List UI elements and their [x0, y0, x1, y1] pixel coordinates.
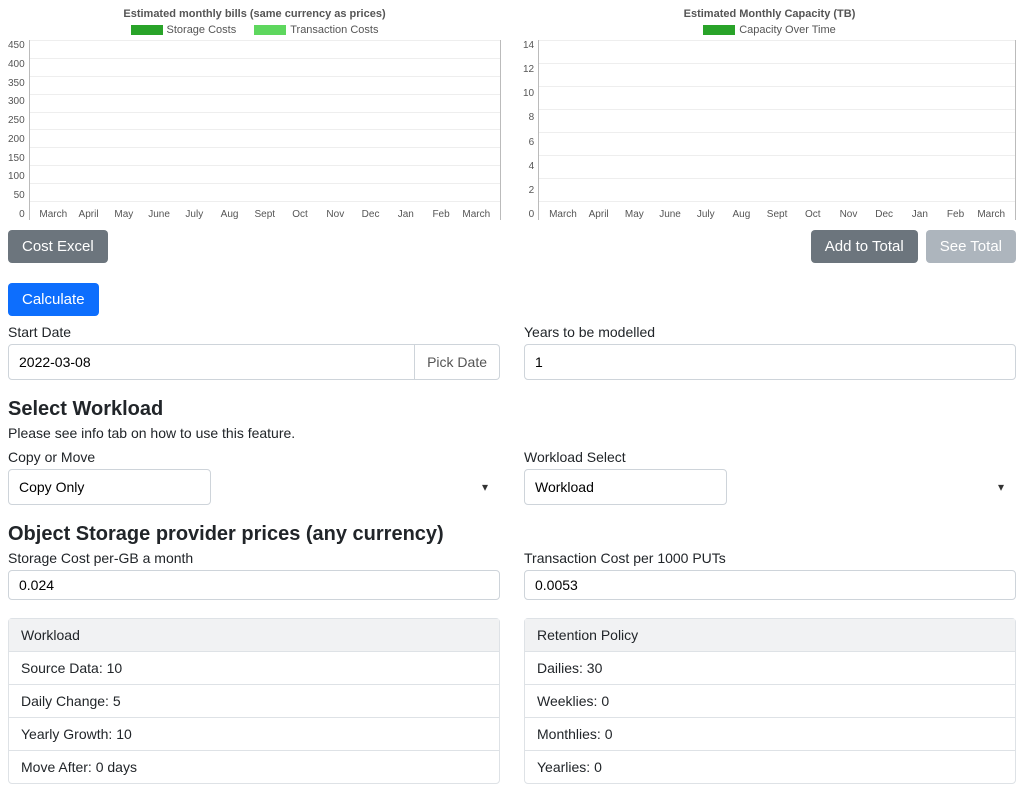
retention-item: Dailies: 30: [525, 652, 1015, 685]
x-tick: July: [177, 209, 212, 220]
workload-item: Source Data: 10: [9, 652, 499, 685]
workload-select-label: Workload Select: [524, 449, 1016, 465]
add-to-total-button[interactable]: Add to Total: [811, 230, 918, 263]
bills-chart-legend: Storage Costs Transaction Costs: [131, 24, 379, 36]
x-tick: Jan: [388, 209, 423, 220]
bills-chart-block: Estimated monthly bills (same currency a…: [8, 8, 501, 220]
capacity-chart: 14121086420: [523, 40, 1016, 220]
workload-item: Move After: 0 days: [9, 751, 499, 783]
x-tick: July: [688, 209, 724, 220]
x-tick: Aug: [212, 209, 247, 220]
x-tick: Feb: [423, 209, 458, 220]
workload-item: Yearly Growth: 10: [9, 718, 499, 751]
legend-label-storage: Storage Costs: [167, 24, 237, 36]
legend-capacity[interactable]: Capacity Over Time: [703, 24, 836, 36]
x-tick: Dec: [353, 209, 388, 220]
legend-label-transaction: Transaction Costs: [290, 24, 378, 36]
form-section: Calculate Start Date Pick Date Years to …: [8, 283, 1016, 784]
x-tick: April: [71, 209, 106, 220]
transaction-cost-label: Transaction Cost per 1000 PUTs: [524, 550, 1016, 566]
bills-x-axis: MarchAprilMayJuneJulyAugSeptOctNovDecJan…: [36, 209, 494, 220]
x-tick: Oct: [282, 209, 317, 220]
bills-chart-title: Estimated monthly bills (same currency a…: [123, 8, 385, 20]
legend-swatch-transaction: [254, 25, 286, 35]
bills-chart: 450400350300250200150100500: [8, 40, 501, 220]
retention-item: Weeklies: 0: [525, 685, 1015, 718]
bills-plot: MarchAprilMayJuneJulyAugSeptOctNovDecJan…: [29, 40, 501, 220]
workload-panel-title: Workload: [9, 619, 499, 652]
charts-row: Estimated monthly bills (same currency a…: [8, 8, 1016, 220]
retention-item: Monthlies: 0: [525, 718, 1015, 751]
x-tick: May: [617, 209, 653, 220]
x-tick: Nov: [831, 209, 867, 220]
x-tick: June: [652, 209, 688, 220]
capacity-x-axis: MarchAprilMayJuneJulyAugSeptOctNovDecJan…: [545, 209, 1009, 220]
x-tick: March: [973, 209, 1009, 220]
capacity-chart-title: Estimated Monthly Capacity (TB): [684, 8, 856, 20]
x-tick: Nov: [318, 209, 353, 220]
cost-excel-button[interactable]: Cost Excel: [8, 230, 108, 263]
storage-cost-input[interactable]: [8, 570, 500, 600]
prices-heading: Object Storage provider prices (any curr…: [8, 523, 1016, 546]
select-workload-hint: Please see info tab on how to use this f…: [8, 425, 1016, 441]
x-tick: May: [106, 209, 141, 220]
capacity-chart-legend: Capacity Over Time: [703, 24, 836, 36]
x-tick: Feb: [938, 209, 974, 220]
select-workload-heading: Select Workload: [8, 398, 1016, 421]
pick-date-button[interactable]: Pick Date: [415, 344, 500, 380]
x-tick: March: [545, 209, 581, 220]
storage-cost-label: Storage Cost per-GB a month: [8, 550, 500, 566]
capacity-plot: MarchAprilMayJuneJulyAugSeptOctNovDecJan…: [538, 40, 1016, 220]
legend-label-capacity: Capacity Over Time: [739, 24, 836, 36]
bills-y-axis: 450400350300250200150100500: [8, 40, 29, 220]
x-tick: June: [141, 209, 176, 220]
x-tick: Aug: [724, 209, 760, 220]
x-tick: April: [581, 209, 617, 220]
legend-storage-costs[interactable]: Storage Costs: [131, 24, 237, 36]
x-tick: March: [459, 209, 494, 220]
legend-swatch-capacity: [703, 25, 735, 35]
chevron-down-icon: ▾: [998, 480, 1004, 494]
workload-select[interactable]: [524, 469, 727, 505]
start-date-label: Start Date: [8, 324, 500, 340]
x-tick: March: [36, 209, 71, 220]
workload-panel: Workload Source Data: 10Daily Change: 5Y…: [8, 618, 500, 784]
x-tick: Oct: [795, 209, 831, 220]
copy-or-move-select[interactable]: [8, 469, 211, 505]
calculate-button[interactable]: Calculate: [8, 283, 99, 316]
retention-panel-title: Retention Policy: [525, 619, 1015, 652]
x-tick: Sept: [759, 209, 795, 220]
x-tick: Jan: [902, 209, 938, 220]
retention-item: Yearlies: 0: [525, 751, 1015, 783]
capacity-y-axis: 14121086420: [523, 40, 538, 220]
see-total-button[interactable]: See Total: [926, 230, 1016, 263]
retention-panel: Retention Policy Dailies: 30Weeklies: 0M…: [524, 618, 1016, 784]
years-label: Years to be modelled: [524, 324, 1016, 340]
chevron-down-icon: ▾: [482, 480, 488, 494]
x-tick: Sept: [247, 209, 282, 220]
legend-swatch-storage: [131, 25, 163, 35]
workload-item: Daily Change: 5: [9, 685, 499, 718]
x-tick: Dec: [866, 209, 902, 220]
capacity-chart-block: Estimated Monthly Capacity (TB) Capacity…: [523, 8, 1016, 220]
years-input[interactable]: [524, 344, 1016, 380]
chart-button-row: Cost Excel Add to Total See Total: [8, 230, 1016, 263]
transaction-cost-input[interactable]: [524, 570, 1016, 600]
copy-or-move-label: Copy or Move: [8, 449, 500, 465]
legend-transaction-costs[interactable]: Transaction Costs: [254, 24, 378, 36]
start-date-input[interactable]: [8, 344, 415, 380]
